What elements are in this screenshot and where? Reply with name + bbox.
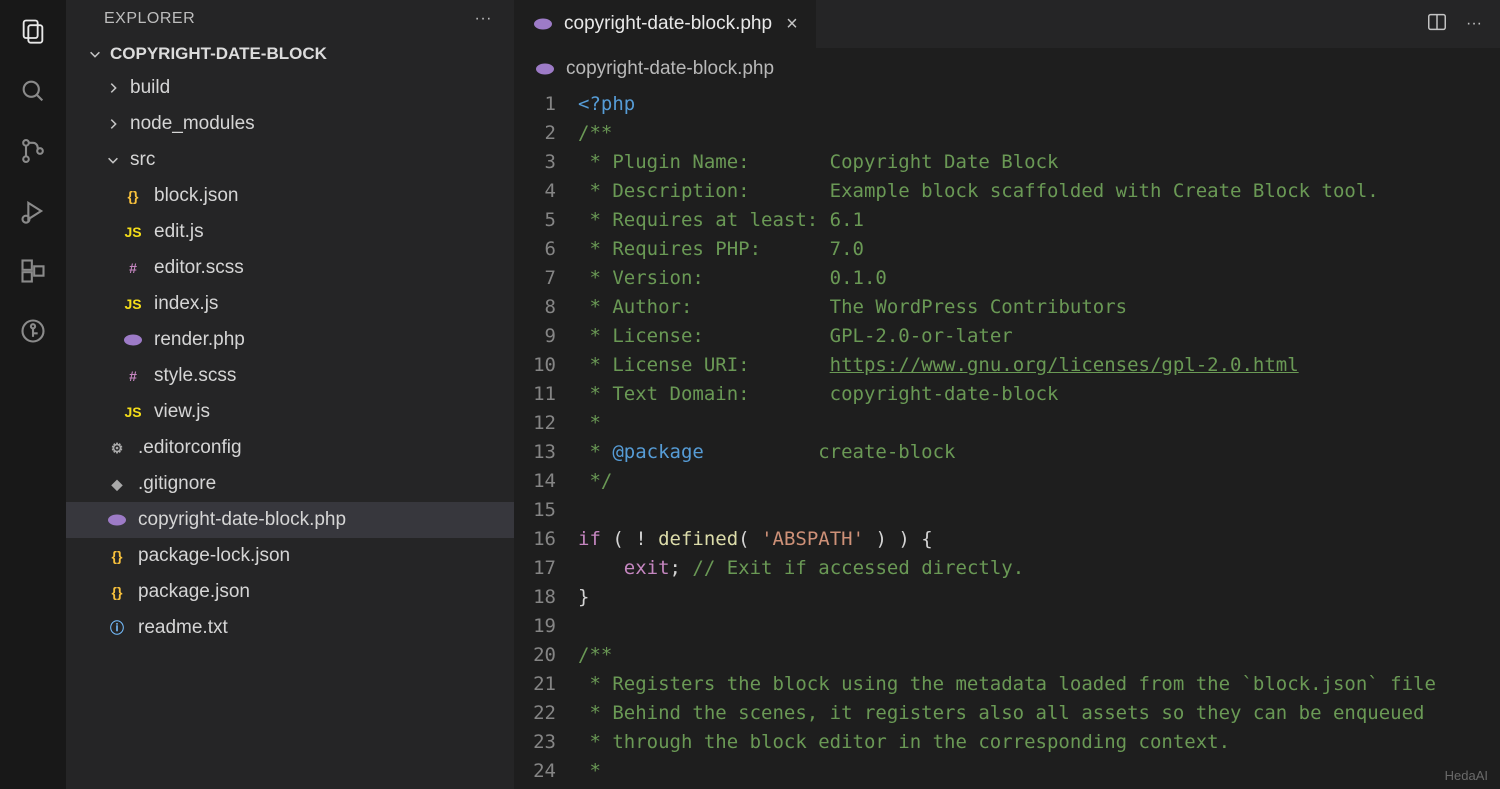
explorer-title: EXPLORER bbox=[104, 10, 195, 28]
source-control-icon[interactable] bbox=[16, 134, 50, 168]
tab-filename: copyright-date-block.php bbox=[564, 13, 772, 35]
tree-label: copyright-date-block.php bbox=[138, 509, 346, 531]
file-index-js[interactable]: JS index.js bbox=[66, 286, 514, 322]
tree-label: .gitignore bbox=[138, 473, 216, 495]
info-icon: ⓘ bbox=[106, 618, 128, 638]
extensions-icon[interactable] bbox=[16, 254, 50, 288]
php-icon bbox=[122, 333, 144, 347]
tree-label: style.scss bbox=[154, 365, 236, 387]
breadcrumb-filename: copyright-date-block.php bbox=[566, 58, 774, 80]
tree-label: src bbox=[130, 149, 155, 171]
file-readme-txt[interactable]: ⓘ readme.txt bbox=[66, 610, 514, 646]
chevron-right-icon bbox=[106, 117, 120, 131]
tree-label: package.json bbox=[138, 581, 250, 603]
php-icon bbox=[532, 17, 554, 31]
chevron-down-icon bbox=[106, 153, 120, 167]
search-icon[interactable] bbox=[16, 74, 50, 108]
tree-label: package-lock.json bbox=[138, 545, 290, 567]
explorer-more-icon[interactable]: ··· bbox=[475, 10, 492, 28]
scss-icon: # bbox=[122, 368, 144, 384]
source-control-graph-icon[interactable] bbox=[16, 314, 50, 348]
editor-more-icon[interactable]: ··· bbox=[1466, 15, 1482, 33]
editor-area: copyright-date-block.php × ··· copyright… bbox=[514, 0, 1500, 789]
file-edit-js[interactable]: JS edit.js bbox=[66, 214, 514, 250]
js-icon: JS bbox=[122, 404, 144, 420]
file-package-lock-json[interactable]: {} package-lock.json bbox=[66, 538, 514, 574]
scss-icon: # bbox=[122, 260, 144, 276]
tree-label: index.js bbox=[154, 293, 218, 315]
code-editor[interactable]: 123456789101112131415161718192021222324 … bbox=[514, 90, 1500, 789]
folder-build[interactable]: build bbox=[66, 70, 514, 106]
chevron-down-icon bbox=[88, 47, 102, 61]
activity-bar bbox=[0, 0, 66, 789]
file-editor-scss[interactable]: # editor.scss bbox=[66, 250, 514, 286]
close-icon[interactable]: × bbox=[782, 13, 802, 36]
split-editor-icon[interactable] bbox=[1426, 11, 1448, 38]
watermark: HedaAI bbox=[1445, 768, 1488, 783]
tree-label: view.js bbox=[154, 401, 210, 423]
tree-label: block.json bbox=[154, 185, 239, 207]
file-view-js[interactable]: JS view.js bbox=[66, 394, 514, 430]
tree-label: node_modules bbox=[130, 113, 255, 135]
file-style-scss[interactable]: # style.scss bbox=[66, 358, 514, 394]
tree-label: .editorconfig bbox=[138, 437, 242, 459]
file-block-json[interactable]: {} block.json bbox=[66, 178, 514, 214]
tab-active[interactable]: copyright-date-block.php × bbox=[514, 0, 817, 48]
file-editorconfig[interactable]: ⚙ .editorconfig bbox=[66, 430, 514, 466]
tree-label: editor.scss bbox=[154, 257, 244, 279]
gear-icon: ⚙ bbox=[106, 440, 128, 457]
project-name: COPYRIGHT-DATE-BLOCK bbox=[110, 44, 327, 64]
php-icon bbox=[106, 513, 128, 527]
folder-src[interactable]: src bbox=[66, 142, 514, 178]
tab-bar: copyright-date-block.php × ··· bbox=[514, 0, 1500, 48]
php-icon bbox=[534, 62, 556, 76]
file-package-json[interactable]: {} package.json bbox=[66, 574, 514, 610]
chevron-right-icon bbox=[106, 81, 120, 95]
file-render-php[interactable]: render.php bbox=[66, 322, 514, 358]
js-icon: JS bbox=[122, 296, 144, 312]
explorer-icon[interactable] bbox=[16, 14, 50, 48]
tree-label: edit.js bbox=[154, 221, 204, 243]
code-content[interactable]: <?php /** * Plugin Name: Copyright Date … bbox=[578, 90, 1500, 789]
js-icon: JS bbox=[122, 224, 144, 240]
breadcrumb[interactable]: copyright-date-block.php bbox=[514, 48, 1500, 90]
folder-node-modules[interactable]: node_modules bbox=[66, 106, 514, 142]
json-icon: {} bbox=[106, 584, 128, 600]
json-icon: {} bbox=[106, 548, 128, 564]
tree-label: render.php bbox=[154, 329, 245, 351]
git-icon: ◆ bbox=[106, 476, 128, 493]
file-tree: build node_modules src {} block.json JS … bbox=[66, 70, 514, 789]
project-folder-header[interactable]: COPYRIGHT-DATE-BLOCK bbox=[66, 38, 514, 70]
json-icon: {} bbox=[122, 188, 144, 204]
run-debug-icon[interactable] bbox=[16, 194, 50, 228]
tree-label: build bbox=[130, 77, 170, 99]
explorer-sidebar: EXPLORER ··· COPYRIGHT-DATE-BLOCK build … bbox=[66, 0, 514, 789]
line-number-gutter: 123456789101112131415161718192021222324 bbox=[514, 90, 578, 789]
file-gitignore[interactable]: ◆ .gitignore bbox=[66, 466, 514, 502]
file-copyright-date-block-php[interactable]: copyright-date-block.php bbox=[66, 502, 514, 538]
tree-label: readme.txt bbox=[138, 617, 228, 639]
